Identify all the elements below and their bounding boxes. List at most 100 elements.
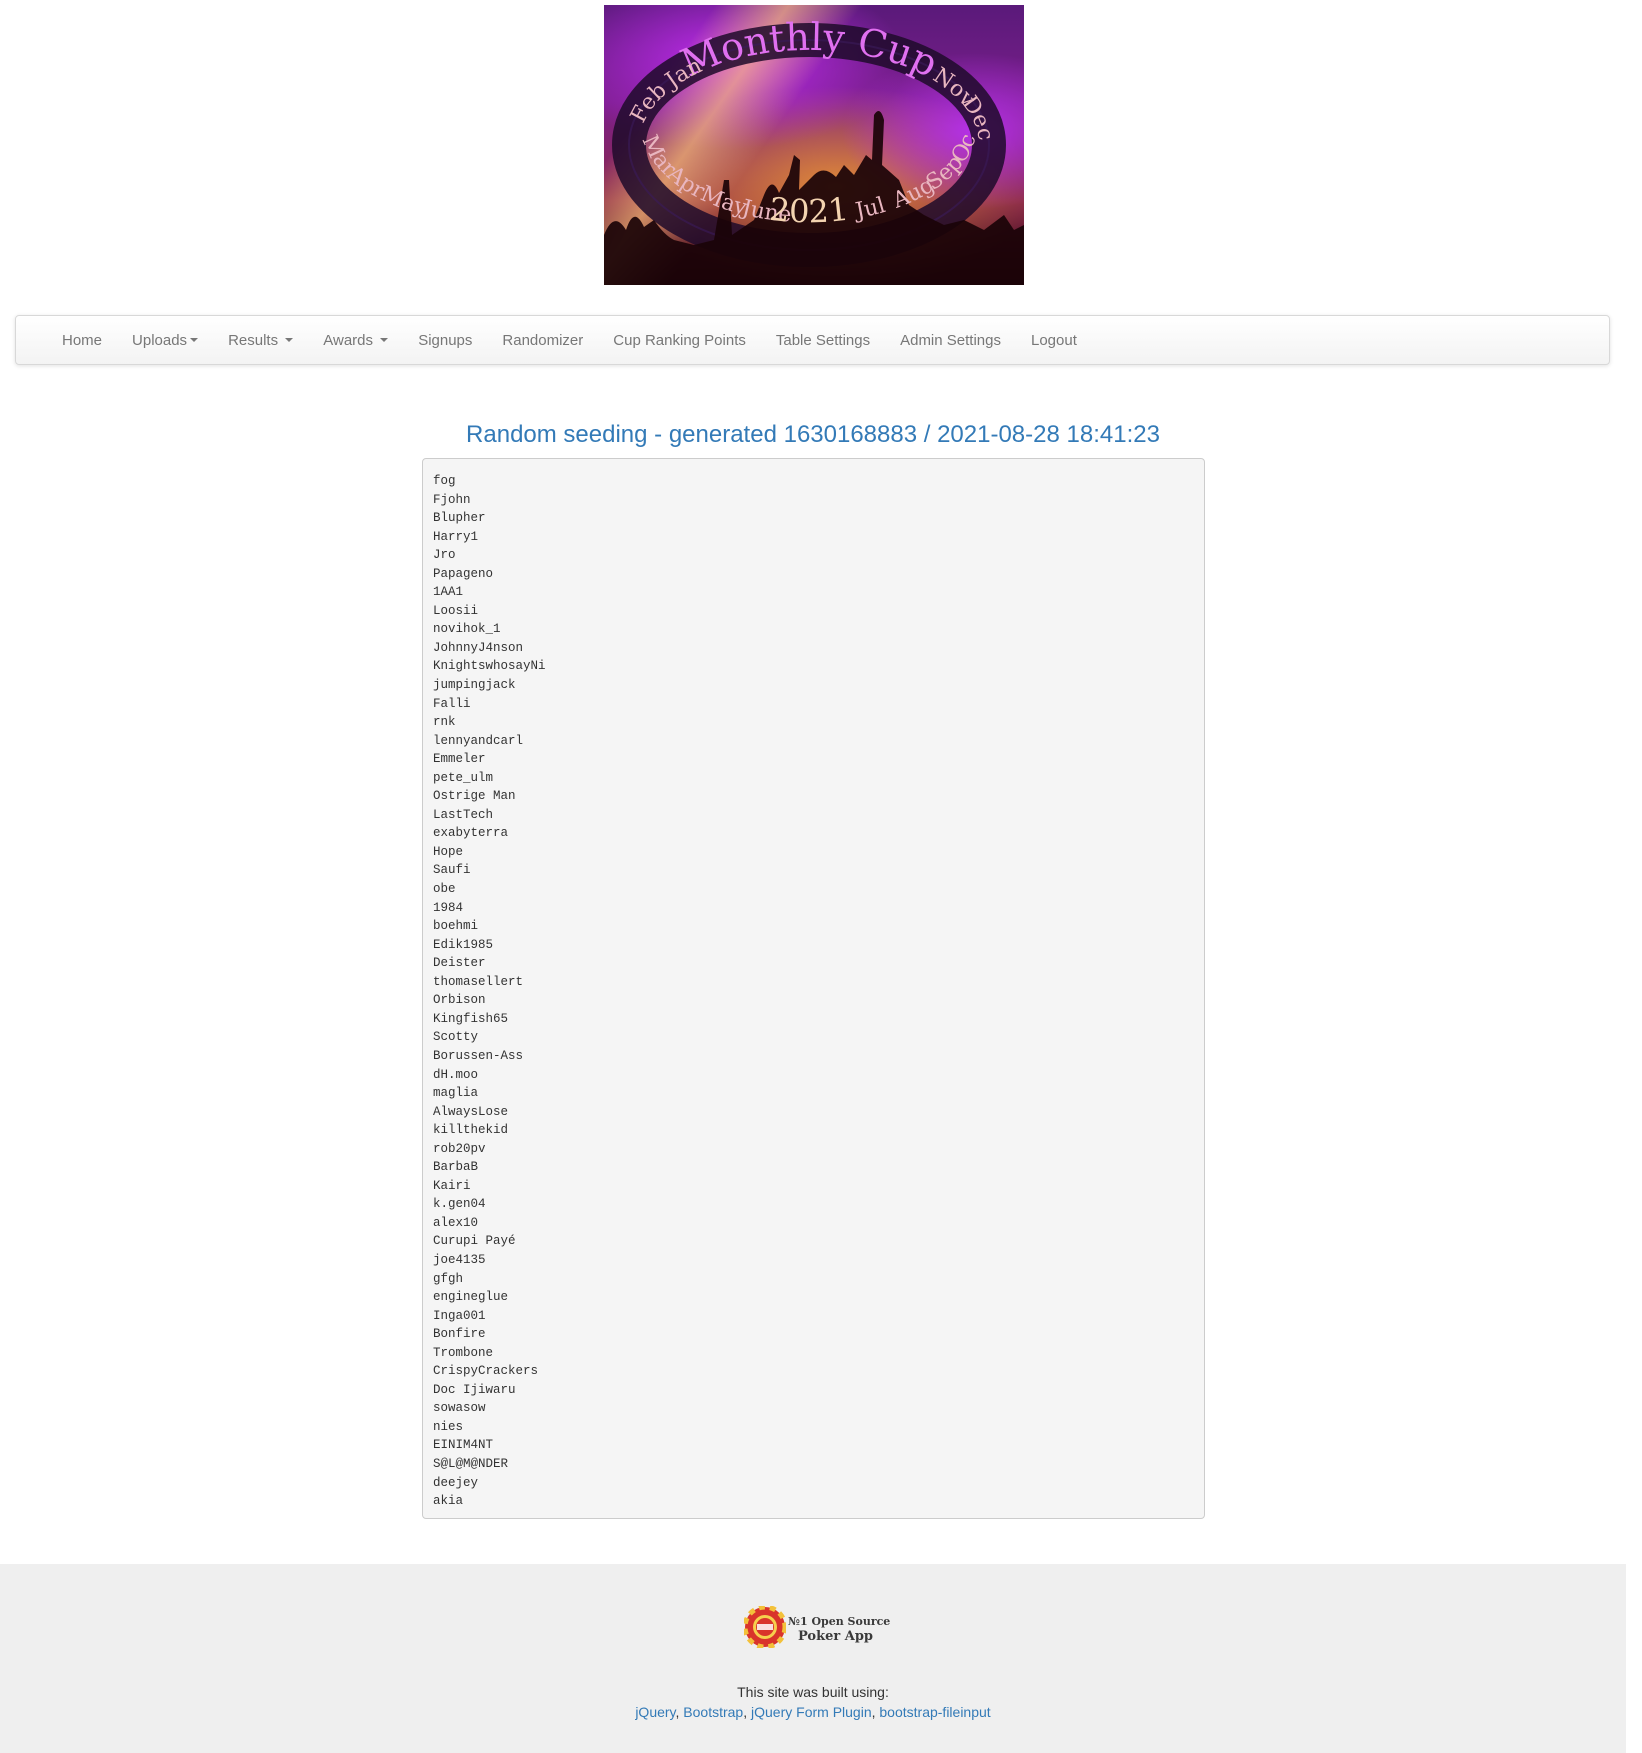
seeding-entry: sowasow (433, 1401, 486, 1416)
nav-list: Home Uploads Results Awards Signups Rand… (62, 316, 1077, 364)
nav-cup-ranking-points[interactable]: Cup Ranking Points (613, 332, 746, 349)
seeding-entry: dH.moo (433, 1067, 479, 1082)
nav-results-dropdown[interactable]: Results (228, 331, 294, 349)
seeding-entry: thomasellert (433, 974, 524, 989)
seeding-entry: jumpingjack (433, 678, 516, 693)
seeding-entry: Inga001 (433, 1308, 486, 1323)
seeding-entry: AlwaysLose (433, 1104, 509, 1119)
seeding-entry: Fjohn (433, 492, 471, 507)
seeding-entry: Kingfish65 (433, 1011, 509, 1026)
seeding-entry: KnightswhosayNi (433, 659, 546, 674)
seeding-entry: akia (433, 1494, 464, 1509)
seeding-entry: Jro (433, 548, 456, 563)
seeding-entry: Blupher (433, 511, 486, 526)
seeding-entry: Curupi Payé (433, 1234, 516, 1249)
built-with-links: jQuery, Bootstrap, jQuery Form Plugin, b… (0, 1704, 1626, 1720)
svg-text:Monthly Cup: Monthly Cup (674, 15, 944, 86)
seeding-entry: Loosii (433, 603, 479, 618)
seeding-entry: Papageno (433, 566, 494, 581)
seeding-entry: rnk (433, 715, 456, 730)
seeding-entry: BarbaB (433, 1160, 479, 1175)
monthly-cup-banner: Monthly Cup Jan Feb Nov Dec Mar Apr May … (604, 5, 1024, 285)
caret-down-icon (190, 338, 199, 342)
banner-title: Monthly Cup (674, 15, 944, 86)
open-source-poker-badge[interactable]: №1 Open Source Poker App (744, 1606, 890, 1648)
link-bootstrap-fileinput[interactable]: bootstrap-fileinput (879, 1704, 990, 1720)
nav-admin-settings[interactable]: Admin Settings (900, 332, 1001, 349)
seeding-entry: Trombone (433, 1345, 494, 1360)
link-jquery-form-plugin[interactable]: jQuery Form Plugin (751, 1704, 872, 1720)
seeding-entry: Bonfire (433, 1327, 486, 1342)
nav-home-label: Home (62, 331, 103, 349)
nav-results-label: Results (228, 331, 279, 349)
seeding-entry: S@L@M@NDER (433, 1456, 509, 1471)
banner-year: 2021 (768, 190, 851, 231)
seeding-entry: EINIM4NT (433, 1438, 494, 1453)
nav-signups[interactable]: Signups (418, 332, 472, 349)
nav-table-settings[interactable]: Table Settings (776, 332, 870, 349)
seeding-entry: engineglue (433, 1290, 509, 1305)
nav-randomizer[interactable]: Randomizer (502, 332, 583, 349)
main-navbar: Home Uploads Results Awards Signups Rand… (15, 315, 1610, 365)
seeding-entry: Falli (433, 696, 471, 711)
seeding-output-box: fog Fjohn Blupher Harry1 Jro Papageno 1AA1 Loos… (422, 458, 1205, 1519)
seeding-entry: fog (433, 474, 456, 488)
seeding-entry: k.gen04 (433, 1197, 486, 1212)
badge-line-1: №1 Open Source (788, 1615, 891, 1628)
seeding-entry: lennyandcarl (433, 733, 524, 748)
nav-awards-label: Awards (323, 331, 374, 349)
seeding-entry: rob20pv (433, 1141, 486, 1156)
seeding-entry: novihok_1 (433, 622, 501, 637)
caret-down-icon (285, 338, 294, 342)
page-title: Random seeding - generated 1630168883 / … (466, 421, 1160, 448)
nav-uploads-dropdown[interactable]: Uploads (132, 331, 199, 349)
nav-home[interactable]: Home (62, 332, 102, 349)
built-with-text: This site was built using: (737, 1684, 889, 1700)
nav-logout[interactable]: Logout (1031, 332, 1077, 349)
seeding-entry: Kairi (433, 1178, 471, 1193)
badge-line-2: Poker App (798, 1629, 874, 1644)
nav-logout-label: Logout (1030, 331, 1077, 349)
seeding-entry: Scotty (433, 1030, 479, 1045)
poker-chip-icon (744, 1606, 786, 1648)
seeding-entry: boehmi (433, 919, 479, 934)
seeding-entry: 1984 (433, 900, 464, 915)
seeding-entry: Emmeler (433, 752, 486, 767)
seeding-entry: Harry1 (433, 529, 479, 544)
footer: №1 Open Source Poker App This site was b… (0, 1564, 1626, 1753)
nav-signups-label: Signups (418, 331, 473, 349)
link-jquery[interactable]: jQuery (635, 1704, 675, 1720)
seeding-entry: gfgh (433, 1271, 464, 1286)
seeding-entry: alex10 (433, 1215, 479, 1230)
nav-uploads-label: Uploads (132, 331, 188, 349)
banner-graphic: Monthly Cup Jan Feb Nov Dec Mar Apr May … (604, 5, 1024, 285)
seeding-entry: 1AA1 (433, 585, 464, 600)
seeding-entry: nies (433, 1419, 464, 1434)
seeding-entry: Orbison (433, 993, 486, 1008)
seeding-entry: Edik1985 (433, 937, 494, 952)
seeding-entry: pete_ulm (433, 770, 494, 785)
seeding-entry: Hope (433, 844, 464, 859)
svg-text:2021: 2021 (768, 190, 851, 231)
nav-table-settings-label: Table Settings (775, 331, 871, 349)
seeding-entry: Doc Ijiwaru (433, 1382, 516, 1397)
seeding-entry: exabyterra (433, 826, 509, 841)
seeding-entry: obe (433, 882, 456, 897)
seeding-entry: Borussen-Ass (433, 1048, 524, 1063)
seeding-entry: Saufi (433, 863, 471, 878)
link-bootstrap[interactable]: Bootstrap (683, 1704, 743, 1720)
seeding-entry: LastTech (433, 807, 494, 822)
seeding-entry: Deister (433, 956, 486, 971)
nav-randomizer-label: Randomizer (502, 331, 584, 349)
link-separator: , (743, 1704, 752, 1720)
seeding-entry: JohnnyJ4nson (433, 640, 524, 655)
seeding-list: fog Fjohn Blupher Harry1 Jro Papageno 1AA1 Loos… (433, 472, 1194, 1511)
nav-awards-dropdown[interactable]: Awards (323, 331, 389, 349)
seeding-entry: killthekid (433, 1123, 509, 1138)
seeding-entry: CrispyCrackers (433, 1364, 539, 1379)
caret-down-icon (380, 338, 389, 342)
seeding-entry: Ostrige Man (433, 789, 516, 804)
seeding-entry: maglia (433, 1086, 479, 1101)
seeding-entry: deejey (433, 1475, 479, 1490)
seeding-entry: joe4135 (433, 1252, 486, 1267)
